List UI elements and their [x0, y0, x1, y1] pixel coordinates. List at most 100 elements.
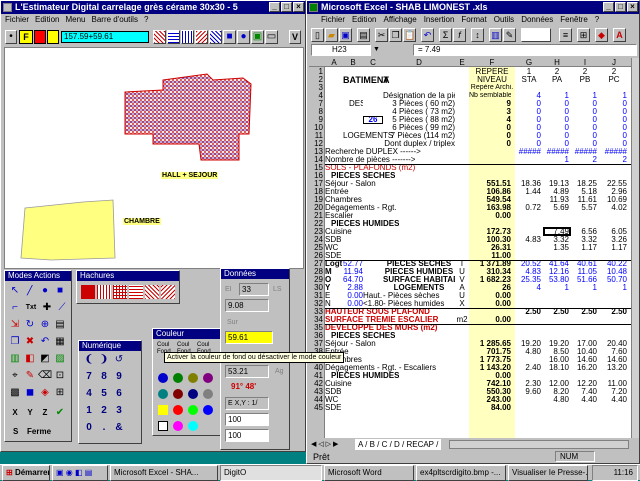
cell-h[interactable]: 2.50 — [543, 308, 569, 316]
cell-d[interactable]: 4 Pièces ( 73 m2) — [383, 108, 455, 116]
cell-i[interactable]: 18.25 — [571, 180, 597, 188]
cell-i[interactable]: 40.61 — [571, 260, 597, 268]
cell-g[interactable]: 0 — [515, 124, 541, 132]
cell-h[interactable]: 12.16 — [543, 268, 569, 276]
cell-g[interactable]: 4.80 — [515, 348, 541, 356]
cell-j[interactable]: 11.00 — [599, 380, 627, 388]
room-chambre[interactable] — [20, 199, 116, 261]
cell-h[interactable]: 19.20 — [543, 340, 569, 348]
digit-icon-h[interactable]: 5 — [97, 388, 111, 402]
cell-f[interactable]: 163.98 — [469, 204, 511, 212]
cell-a[interactable]: SDB — [325, 388, 341, 396]
paste-icon[interactable]: 📋 — [403, 28, 416, 42]
cell-h[interactable]: 3.32 — [543, 236, 569, 244]
cell-d[interactable]: Désignation de la pièce — [383, 92, 455, 100]
save-icon[interactable]: ▣ — [339, 28, 352, 42]
cell-h[interactable]: ##### — [543, 148, 569, 156]
tool-hatch-icon[interactable] — [153, 30, 166, 44]
pencil-icon[interactable]: ✎ — [23, 370, 37, 384]
cell-b[interactable]: 2.88 — [343, 284, 363, 292]
coul-label-3[interactable]: Coul — [197, 342, 209, 348]
tool-rect-icon[interactable]: ▭ — [265, 30, 278, 44]
function-icon[interactable]: f — [453, 28, 466, 42]
cell-d[interactable]: 6 Pièces ( 99 m2) — [383, 124, 455, 132]
layer-icon[interactable]: ◧ — [23, 353, 37, 367]
cell-g[interactable]: 4.83 — [515, 236, 541, 244]
excel-close-button[interactable]: × — [627, 2, 638, 12]
cell-f[interactable]: 9 — [469, 100, 511, 108]
column-header[interactable]: C — [363, 59, 383, 67]
cell-j[interactable]: 1 — [599, 92, 627, 100]
digit-icon-b[interactable]: ❩ — [97, 354, 111, 368]
snap-icon[interactable]: ⌖ — [8, 370, 22, 384]
print-file-icon[interactable]: ▤ — [357, 28, 370, 42]
cell-h[interactable]: 1.35 — [543, 244, 569, 252]
grid-icon[interactable]: ▦ — [53, 336, 67, 350]
color-swatch-16[interactable] — [203, 421, 213, 431]
align-icon[interactable]: ≡ — [559, 28, 572, 42]
cell-j[interactable]: 14.60 — [599, 356, 627, 364]
cell-j[interactable]: 7.20 — [599, 388, 627, 396]
cell-a[interactable]: HAUTEUR SOUS PLAFOND — [325, 308, 430, 316]
coord-input[interactable]: 157.59+59.61 — [61, 31, 149, 43]
font-color-icon[interactable]: A — [613, 28, 626, 42]
cell-a[interactable]: M — [325, 268, 332, 276]
cell-a[interactable]: Recherche DUPLEX ------> — [325, 148, 421, 156]
palette-tool-icon[interactable]: ◈ — [38, 387, 52, 401]
cell-d[interactable]: 7 Pièces (114 m2) — [383, 132, 455, 140]
cell-i[interactable]: 4.40 — [571, 396, 597, 404]
chart-icon[interactable]: ▨ — [53, 353, 67, 367]
tool-cross-icon[interactable] — [195, 30, 208, 44]
coul-label-1[interactable]: Coul — [157, 342, 169, 348]
cell-i[interactable]: 1 — [571, 92, 597, 100]
cell-b[interactable]: 64.70 — [343, 276, 363, 284]
cell-j[interactable]: 22.55 — [599, 180, 627, 188]
close-button[interactable]: × — [293, 2, 304, 12]
digit-icon-o[interactable]: & — [112, 422, 126, 436]
cell-f[interactable]: 0 — [469, 140, 511, 148]
cell-f[interactable]: 701.75 — [469, 348, 511, 356]
new-file-icon[interactable]: ▯ — [311, 28, 324, 42]
cell-a[interactable]: Séjour - Salon — [325, 340, 376, 348]
cell-h[interactable]: 1 — [543, 92, 569, 100]
cell-g[interactable]: 2.30 — [515, 380, 541, 388]
cell-f[interactable]: 100.30 — [469, 236, 511, 244]
digit-icon-e[interactable]: 8 — [97, 371, 111, 385]
cell-g[interactable]: 9.60 — [515, 388, 541, 396]
cell-j[interactable]: 40.22 — [599, 260, 627, 268]
hatch-diagonal-icon[interactable] — [145, 285, 159, 299]
cell-e[interactable]: A — [455, 284, 469, 292]
arrow-icon[interactable]: ↖ — [8, 285, 22, 299]
menu-edition[interactable]: Edition — [35, 14, 59, 25]
taskbar-item-presse[interactable]: Visualiser Ie Presse-... — [508, 465, 588, 481]
excel-menu-format[interactable]: Format — [461, 14, 486, 25]
taskbar-item-bmp[interactable]: ex4pltscrdigito.bmp -... — [416, 465, 506, 481]
cell-f[interactable]: 1 371.89 — [469, 260, 511, 268]
cell-a[interactable]: Séjour - Salon — [325, 180, 376, 188]
sum-icon[interactable]: Σ — [439, 28, 452, 42]
cell-i[interactable]: 0 — [571, 108, 597, 116]
excel-menu-help[interactable]: ? — [595, 14, 599, 25]
cell-h[interactable]: 12.00 — [543, 380, 569, 388]
cut-icon[interactable]: ✂ — [375, 28, 388, 42]
cell-a[interactable]: PIECES SECHES — [331, 332, 395, 340]
digit-icon-c[interactable]: ↺ — [112, 354, 126, 368]
cell-j[interactable]: 6.05 — [599, 228, 627, 236]
cell-h[interactable]: 0 — [543, 124, 569, 132]
color-swatch-1[interactable] — [158, 373, 168, 383]
cell-j[interactable]: 7.60 — [599, 348, 627, 356]
quick-launch-icons[interactable]: ▣ ◉ ◧ ▤ — [52, 465, 108, 481]
donnees-5961-field[interactable]: 59.61 — [225, 331, 273, 344]
drawing-icon[interactable]: ✎ — [503, 28, 516, 42]
color-swatch-10[interactable] — [173, 405, 183, 415]
cell-d[interactable]: - Pièces sèches — [383, 292, 455, 300]
cell-f[interactable]: Nb semblable — [469, 92, 511, 100]
area-icon[interactable]: ⊞ — [53, 387, 67, 401]
maximize-button[interactable]: □ — [281, 2, 292, 12]
cell-g[interactable]: 0.72 — [515, 204, 541, 212]
menu-help[interactable]: ? — [144, 14, 148, 25]
cell-f[interactable]: 1 773.75 — [469, 356, 511, 364]
hatch-solid-icon[interactable] — [81, 285, 95, 299]
hatch-backdiag-icon[interactable] — [161, 285, 175, 299]
cell-i[interactable]: 11.61 — [571, 196, 597, 204]
